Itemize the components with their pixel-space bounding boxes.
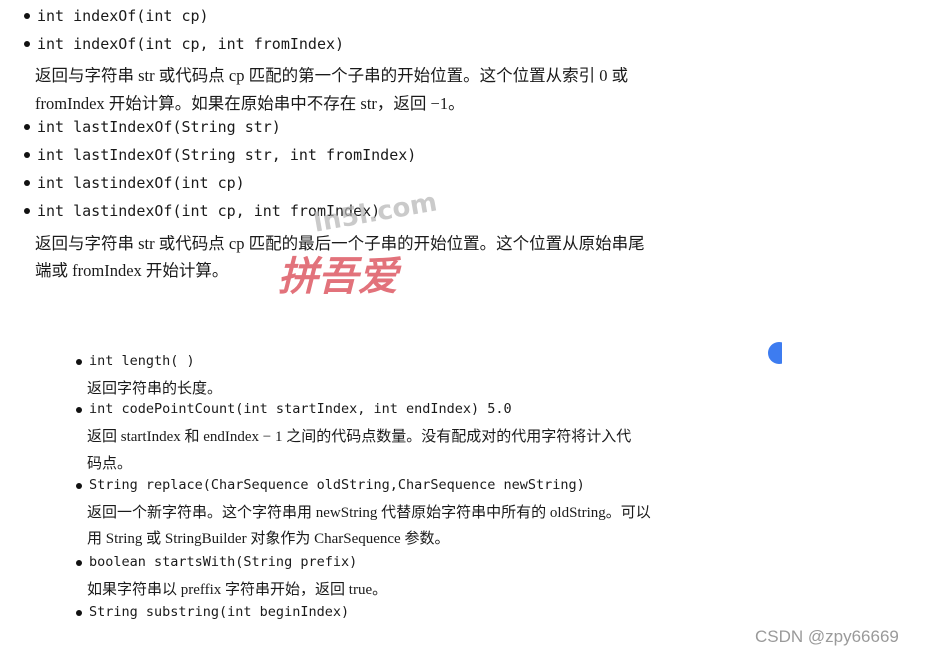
- method-description: 返回 startIndex 和 endIndex − 1 之间的代码点数量。没有…: [87, 429, 632, 445]
- method-description: 端或 fromIndex 开始计算。: [35, 261, 229, 280]
- method-signature: int lastIndexOf(String str): [37, 118, 281, 136]
- bullet-icon: [76, 610, 82, 616]
- bullet-icon: [76, 359, 82, 365]
- method-signature: int codePointCount(int startIndex, int e…: [89, 401, 512, 417]
- bullet-icon: [76, 483, 82, 489]
- method-signature: int indexOf(int cp, int fromIndex): [37, 35, 345, 53]
- method-description: 用 String 或 StringBuilder 对象作为 CharSequen…: [87, 531, 450, 547]
- method-description: 返回字符串的长度。: [87, 381, 223, 397]
- method-signature: int lastindexOf(int cp): [37, 174, 245, 192]
- method-signature: boolean startsWith(String prefix): [89, 554, 358, 570]
- svg-text:拼吾爱: 拼吾爱: [278, 253, 402, 300]
- method-description: 返回与字符串 str 或代码点 cp 匹配的最后一个子串的开始位置。这个位置从原…: [35, 234, 645, 253]
- method-description: 返回一个新字符串。这个字符串用 newString 代替原始字符串中所有的 ol…: [87, 505, 651, 521]
- method-description: 码点。: [87, 456, 133, 472]
- method-signature: String substring(int beginIndex): [89, 604, 350, 620]
- csdn-credit: CSDN @zpy66669: [755, 627, 899, 646]
- method-signature: int lastindexOf(int cp, int fromIndex): [37, 202, 381, 220]
- method-signature: int lastIndexOf(String str, int fromInde…: [37, 146, 417, 164]
- bullet-icon: [24, 180, 30, 186]
- bullet-icon: [24, 208, 30, 214]
- method-signature: int indexOf(int cp): [37, 7, 209, 25]
- method-description: 如果字符串以 preffix 字符串开始，返回 true。: [87, 582, 388, 598]
- bullet-icon: [24, 124, 30, 130]
- method-signature: int length( ): [89, 353, 195, 369]
- bullet-icon: [76, 407, 82, 413]
- method-description: fromIndex 开始计算。如果在原始串中不存在 str，返回 −1。: [35, 94, 465, 113]
- floating-assistant-button[interactable]: [768, 342, 782, 364]
- bullet-icon: [24, 152, 30, 158]
- bullet-icon: [24, 13, 30, 19]
- method-signature: String replace(CharSequence oldString,Ch…: [89, 477, 585, 493]
- method-description: 返回与字符串 str 或代码点 cp 匹配的第一个子串的开始位置。这个位置从索引…: [35, 66, 629, 85]
- bullet-icon: [24, 41, 30, 47]
- bullet-icon: [76, 560, 82, 566]
